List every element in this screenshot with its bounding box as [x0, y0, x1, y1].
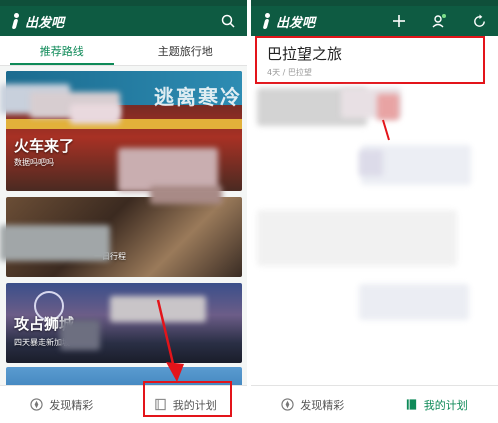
- tab-theme-destinations[interactable]: 主题旅行地: [124, 36, 248, 65]
- nav-label: 发现精彩: [300, 398, 345, 412]
- compass-icon: [30, 398, 43, 411]
- highlight-box: [255, 36, 485, 84]
- tab-bar: 推荐路线 主题旅行地: [0, 36, 247, 66]
- walker-icon: [261, 13, 273, 29]
- blur-overlay: [257, 210, 457, 266]
- blur-overlay: [150, 186, 222, 204]
- sync-icon[interactable]: [470, 12, 488, 30]
- app-logo: 出发吧: [10, 12, 64, 31]
- blur-overlay: [70, 104, 120, 124]
- app-name: 出发吧: [25, 15, 65, 31]
- highlight-box: [143, 381, 232, 417]
- blur-overlay: [359, 150, 383, 176]
- notebook-icon: [406, 399, 416, 410]
- nav-my-plan[interactable]: 我的计划: [375, 386, 498, 423]
- walker-icon: [10, 13, 22, 29]
- plus-icon[interactable]: [390, 12, 408, 30]
- app-name: 出发吧: [276, 15, 316, 31]
- card-subtitle: 数据吗吧吗: [14, 158, 54, 167]
- annotation-arrow: [156, 299, 184, 382]
- card-decoration: [6, 119, 242, 129]
- compass-icon: [281, 398, 294, 411]
- card-title: 火车来了: [14, 137, 75, 155]
- nav-label: 发现精彩: [49, 398, 94, 412]
- annotation-arrow: [382, 119, 390, 141]
- search-icon[interactable]: [219, 12, 237, 30]
- route-card[interactable]: 攻占狮城 四天暴走新加坡: [6, 283, 242, 363]
- app-bar: 出发吧: [0, 6, 247, 36]
- blur-overlay: [0, 225, 110, 261]
- user-add-icon[interactable]: [430, 12, 448, 30]
- blur-overlay: [359, 284, 469, 320]
- app-logo: 出发吧: [261, 12, 315, 31]
- blur-overlay: [377, 94, 399, 120]
- tab-recommended-routes[interactable]: 推荐路线: [0, 36, 124, 65]
- right-screen: 出发吧 巴拉望之旅 4天 / 巴拉望 发现精彩 我的计划: [251, 0, 498, 423]
- card-banner: 逃离寒冷: [154, 85, 242, 109]
- nav-discover[interactable]: 发现精彩: [0, 386, 124, 423]
- app-bar: 出发吧: [251, 6, 498, 36]
- nav-discover[interactable]: 发现精彩: [251, 386, 375, 423]
- left-screen: 出发吧 推荐路线 主题旅行地 逃离寒冷 火车来了 数据吗吧吗 一日行程 攻占狮城…: [0, 0, 247, 423]
- nav-label: 我的计划: [423, 398, 468, 412]
- blur-overlay: [60, 320, 100, 350]
- bottom-nav: 发现精彩 我的计划: [251, 385, 498, 423]
